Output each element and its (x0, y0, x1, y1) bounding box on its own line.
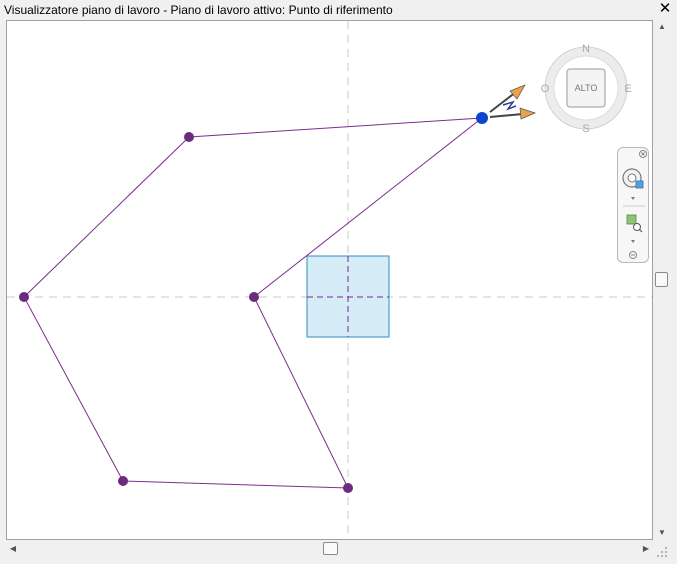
compass-east-label[interactable]: E (624, 83, 631, 95)
vertex-point[interactable] (118, 476, 128, 486)
horizontal-scroll-thumb[interactable] (323, 542, 338, 555)
path-polyline[interactable] (23, 117, 483, 489)
selected-vertex-point[interactable] (476, 112, 488, 124)
vertex-point[interactable] (184, 132, 194, 142)
zoom-dropdown-icon[interactable] (631, 240, 635, 243)
compass-north-label[interactable]: N (582, 43, 590, 55)
workplane-drawing: ALTO N S E O (7, 21, 652, 539)
navbar-close-icon[interactable] (639, 150, 647, 158)
close-icon[interactable]: ✕ (657, 1, 673, 17)
scroll-left-icon[interactable]: ◀ (6, 540, 20, 558)
scroll-down-icon[interactable]: ▼ (653, 526, 671, 540)
viewcube-face-label: ALTO (575, 83, 598, 93)
horizontal-scrollbar[interactable]: ◀ ▶ (6, 540, 653, 558)
title-bar: Visualizzatore piano di lavoro - Piano d… (0, 0, 677, 20)
vertex-point[interactable] (343, 483, 353, 493)
navigation-bar (617, 147, 649, 263)
vertical-scroll-thumb[interactable] (655, 272, 668, 287)
scroll-right-icon[interactable]: ▶ (639, 540, 653, 558)
zoom-window-icon[interactable] (626, 214, 643, 233)
steering-wheel-dropdown-icon[interactable] (631, 197, 635, 200)
navigation-bar-icons (622, 150, 647, 259)
viewcube[interactable]: ALTO N S E O (541, 43, 632, 135)
compass-south-label[interactable]: S (582, 123, 589, 135)
workplane-canvas[interactable]: ALTO N S E O (6, 20, 653, 540)
vertex-point[interactable] (19, 292, 29, 302)
navbar-menu-icon[interactable] (629, 251, 637, 259)
vertical-scrollbar[interactable]: ▲ ▼ (653, 20, 671, 540)
steering-wheel-icon[interactable] (622, 168, 644, 189)
compass-west-label[interactable]: O (541, 83, 550, 95)
vertex-point[interactable] (249, 292, 259, 302)
window-title: Visualizzatore piano di lavoro - Piano d… (4, 3, 393, 17)
scroll-up-icon[interactable]: ▲ (653, 20, 671, 34)
resize-grip-icon[interactable] (656, 546, 670, 560)
ucs-arrows-icon (489, 84, 536, 120)
